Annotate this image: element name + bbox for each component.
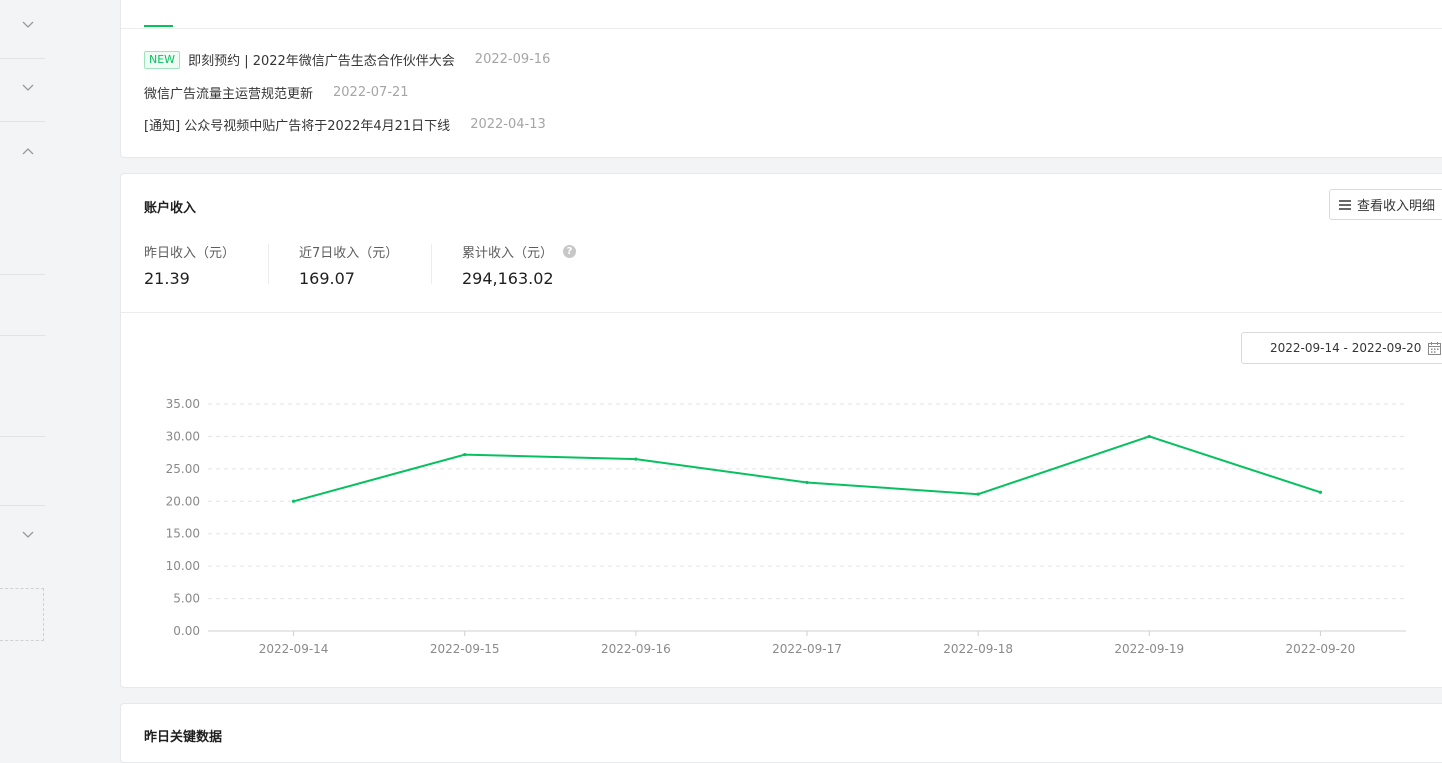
notice-date: 2022-07-21 — [333, 85, 409, 100]
new-badge: NEW — [144, 50, 181, 69]
notice-title[interactable]: [通知] 公众号视频中贴广告将于2022年4月21日下线 — [144, 115, 450, 134]
sidebar-divider — [0, 121, 45, 122]
data-point[interactable] — [1318, 490, 1323, 494]
x-tick-label: 2022-09-18 — [943, 642, 1013, 656]
chevron-down-icon[interactable] — [21, 18, 35, 32]
sidebar-divider — [0, 505, 45, 506]
y-tick-label: 10.00 — [166, 559, 200, 573]
x-tick-label: 2022-09-16 — [601, 642, 671, 656]
notice-title[interactable]: 即刻预约 | 2022年微信广告生态合作伙伴大会 — [188, 50, 455, 69]
notice-card: 公告 待办 NEW 即刻预约 | 2022年微信广告生态合作伙伴大会 2022-… — [120, 0, 1442, 158]
data-point[interactable] — [976, 492, 980, 496]
x-tick-label: 2022-09-17 — [772, 642, 842, 656]
y-tick-label: 30.00 — [166, 429, 200, 443]
y-tick-label: 20.00 — [166, 494, 200, 508]
chevron-down-icon[interactable] — [21, 81, 35, 95]
chevron-up-icon[interactable] — [21, 144, 35, 158]
income-card: 账户收入 查看收入明细 昨日收入（元） 21.39 近7日收入（元） 169.0… — [120, 173, 1442, 688]
sidebar-divider — [0, 335, 45, 336]
data-point[interactable] — [1147, 434, 1151, 439]
y-tick-label: 15.00 — [166, 527, 200, 541]
data-point[interactable] — [463, 452, 467, 457]
notice-item[interactable]: [通知] 公众号视频中贴广告将于2022年4月21日下线 2022-04-13 — [144, 115, 546, 134]
tab-todo[interactable]: 待办 — [201, 0, 229, 2]
tab-active-indicator — [144, 25, 173, 27]
income-line-chart: 0.00 5.00 10.00 15.00 20.00 25.00 30.00 35.00 20… — [166, 397, 1406, 656]
chevron-down-icon[interactable] — [21, 528, 35, 542]
data-point[interactable] — [634, 457, 638, 461]
sidebar-divider — [0, 274, 45, 275]
x-tick-label: 2022-09-19 — [1114, 642, 1184, 656]
sidebar — [0, 0, 45, 735]
x-tick-label: 2022-09-20 — [1286, 642, 1356, 656]
x-tick-label: 2022-09-15 — [430, 642, 500, 656]
sidebar-divider — [0, 436, 45, 437]
sidebar-divider — [0, 58, 45, 59]
notice-item[interactable]: 微信广告流量主运营规范更新 2022-07-21 — [144, 83, 409, 102]
x-tick-label: 2022-09-14 — [259, 642, 329, 656]
notice-title[interactable]: 微信广告流量主运营规范更新 — [144, 83, 313, 102]
data-point[interactable] — [291, 499, 296, 503]
y-tick-label: 0.00 — [173, 624, 200, 638]
notice-date: 2022-09-16 — [474, 52, 551, 67]
key-data-title: 昨日关键数据 — [144, 730, 223, 745]
notice-date: 2022-04-13 — [470, 117, 546, 132]
tabs-divider — [121, 28, 1442, 29]
data-point[interactable] — [805, 480, 809, 485]
y-tick-label: 25.00 — [166, 462, 200, 476]
notice-item[interactable]: NEW 即刻预约 | 2022年微信广告生态合作伙伴大会 2022-09-16 — [144, 50, 550, 69]
key-data-card: 昨日关键数据 — [120, 703, 1442, 763]
series-line — [293, 435, 1321, 503]
y-tick-label: 5.00 — [173, 592, 200, 606]
y-tick-label: 35.00 — [166, 397, 200, 411]
sidebar-dashed-box[interactable] — [0, 588, 44, 641]
tab-announcement[interactable]: 公告 — [144, 0, 172, 2]
